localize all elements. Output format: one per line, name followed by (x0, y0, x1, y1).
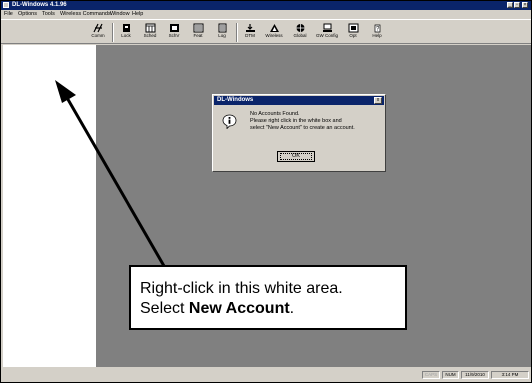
comm-icon (92, 23, 103, 33)
status-num: NUM (442, 371, 459, 379)
lock-icon (122, 24, 130, 32)
callout-line1: Right-click in this white area. (140, 280, 343, 297)
menu-window[interactable]: Window (110, 10, 130, 19)
toolbar-separator (112, 23, 114, 42)
status-date: 11/9/2010 (461, 371, 489, 379)
callout-line2: Select New Account. (140, 299, 343, 319)
dialog-message-line: No Accounts Found. (250, 111, 300, 117)
toolbar-sched-button[interactable]: Sched (139, 22, 161, 42)
dialog-message: No Accounts Found. Please right click in… (250, 111, 355, 132)
toolbar-dtm-button[interactable]: DTM (239, 22, 261, 42)
toolbar-label: Sched (143, 33, 157, 38)
toolbar-wireless-button[interactable]: Wireless (263, 22, 285, 42)
dialog-title: DL-Windows (217, 97, 254, 103)
schedule-icon (145, 23, 155, 33)
callout-text: Right-click in this white area. Select N… (140, 279, 343, 319)
menu-help[interactable]: Help (132, 10, 143, 19)
dtm-icon (245, 24, 255, 32)
toolbar-feat-button[interactable]: Feat (187, 22, 209, 42)
toolbar-lock-button[interactable]: Lock (115, 22, 137, 42)
toolbar-log-button[interactable]: Log (211, 22, 233, 42)
toolbar: Comm Lock Sched SchV Feat Log DTM Wirele… (1, 19, 531, 44)
toolbar-label: SchV (168, 33, 180, 38)
toolbar-label: Help (372, 33, 382, 38)
toolbar-comm-button[interactable]: Comm (87, 22, 109, 42)
global-icon (296, 24, 304, 32)
dialog-close-button[interactable]: x (374, 97, 382, 104)
menu-file[interactable]: File (4, 10, 13, 19)
focus-rect (280, 153, 312, 160)
menu-bar: File Options Tools Wireless Commands Win… (1, 10, 531, 19)
dialog-title-bar[interactable]: DL-Windows x (214, 96, 384, 105)
instruction-callout: Right-click in this white area. Select N… (129, 265, 407, 330)
dialog-message-line: Please right click in the white box and (250, 118, 342, 124)
menu-tools[interactable]: Tools (42, 10, 55, 19)
toolbar-label: Wireless (265, 33, 283, 38)
log-icon (218, 23, 226, 33)
minimize-button[interactable]: _ (507, 2, 513, 8)
toolbar-schv-button[interactable]: SchV (163, 22, 185, 42)
toolbar-label: Opt (349, 33, 357, 38)
toolbar-label: Log (218, 33, 226, 38)
toolbar-label: Comm (91, 33, 105, 38)
status-time: 3:14 PM (491, 371, 529, 379)
options-icon (348, 23, 358, 33)
toolbar-label: Feat (193, 33, 203, 38)
callout-line2-suffix: . (289, 300, 295, 317)
status-bar: CAPS NUM 11/9/2010 3:14 PM (1, 368, 531, 382)
close-button[interactable]: × (522, 2, 528, 8)
app-icon[interactable] (3, 2, 9, 8)
title-bar[interactable]: DL-Windows 4.1.96 _ ▫ × (1, 1, 531, 10)
dialog-message-line: select "New Account" to create an accoun… (250, 125, 355, 131)
ok-button[interactable]: OK (277, 151, 315, 162)
schedule-view-icon (169, 24, 179, 32)
accounts-tree-pane[interactable] (3, 45, 97, 367)
gateway-config-icon (322, 23, 332, 32)
wireless-icon (269, 24, 279, 32)
callout-new-account: New Account (188, 300, 290, 317)
status-caps: CAPS (422, 371, 440, 379)
toolbar-gw-config-button[interactable]: GW Config (314, 22, 340, 42)
help-icon: ? (374, 24, 380, 33)
menu-wireless-commands[interactable]: Wireless Commands (60, 10, 111, 19)
toolbar-label: DTM (245, 33, 255, 38)
toolbar-label: Lock (121, 33, 131, 38)
toolbar-separator (236, 23, 238, 42)
toolbar-help-button[interactable]: ? Help (366, 22, 388, 42)
toolbar-opt-button[interactable]: Opt (342, 22, 364, 42)
window-title: DL-Windows 4.1.96 (12, 2, 67, 8)
toolbar-label: GW Config (315, 33, 338, 38)
features-icon (193, 23, 203, 33)
toolbar-global-button[interactable]: Global (289, 22, 311, 42)
maximize-button[interactable]: ▫ (514, 2, 520, 8)
no-accounts-dialog: DL-Windows x No Accounts Found. Please r… (212, 94, 386, 172)
callout-line2-prefix: Select (140, 300, 189, 317)
info-icon (222, 114, 237, 129)
toolbar-label: Global (293, 33, 307, 38)
menu-options[interactable]: Options (18, 10, 37, 19)
